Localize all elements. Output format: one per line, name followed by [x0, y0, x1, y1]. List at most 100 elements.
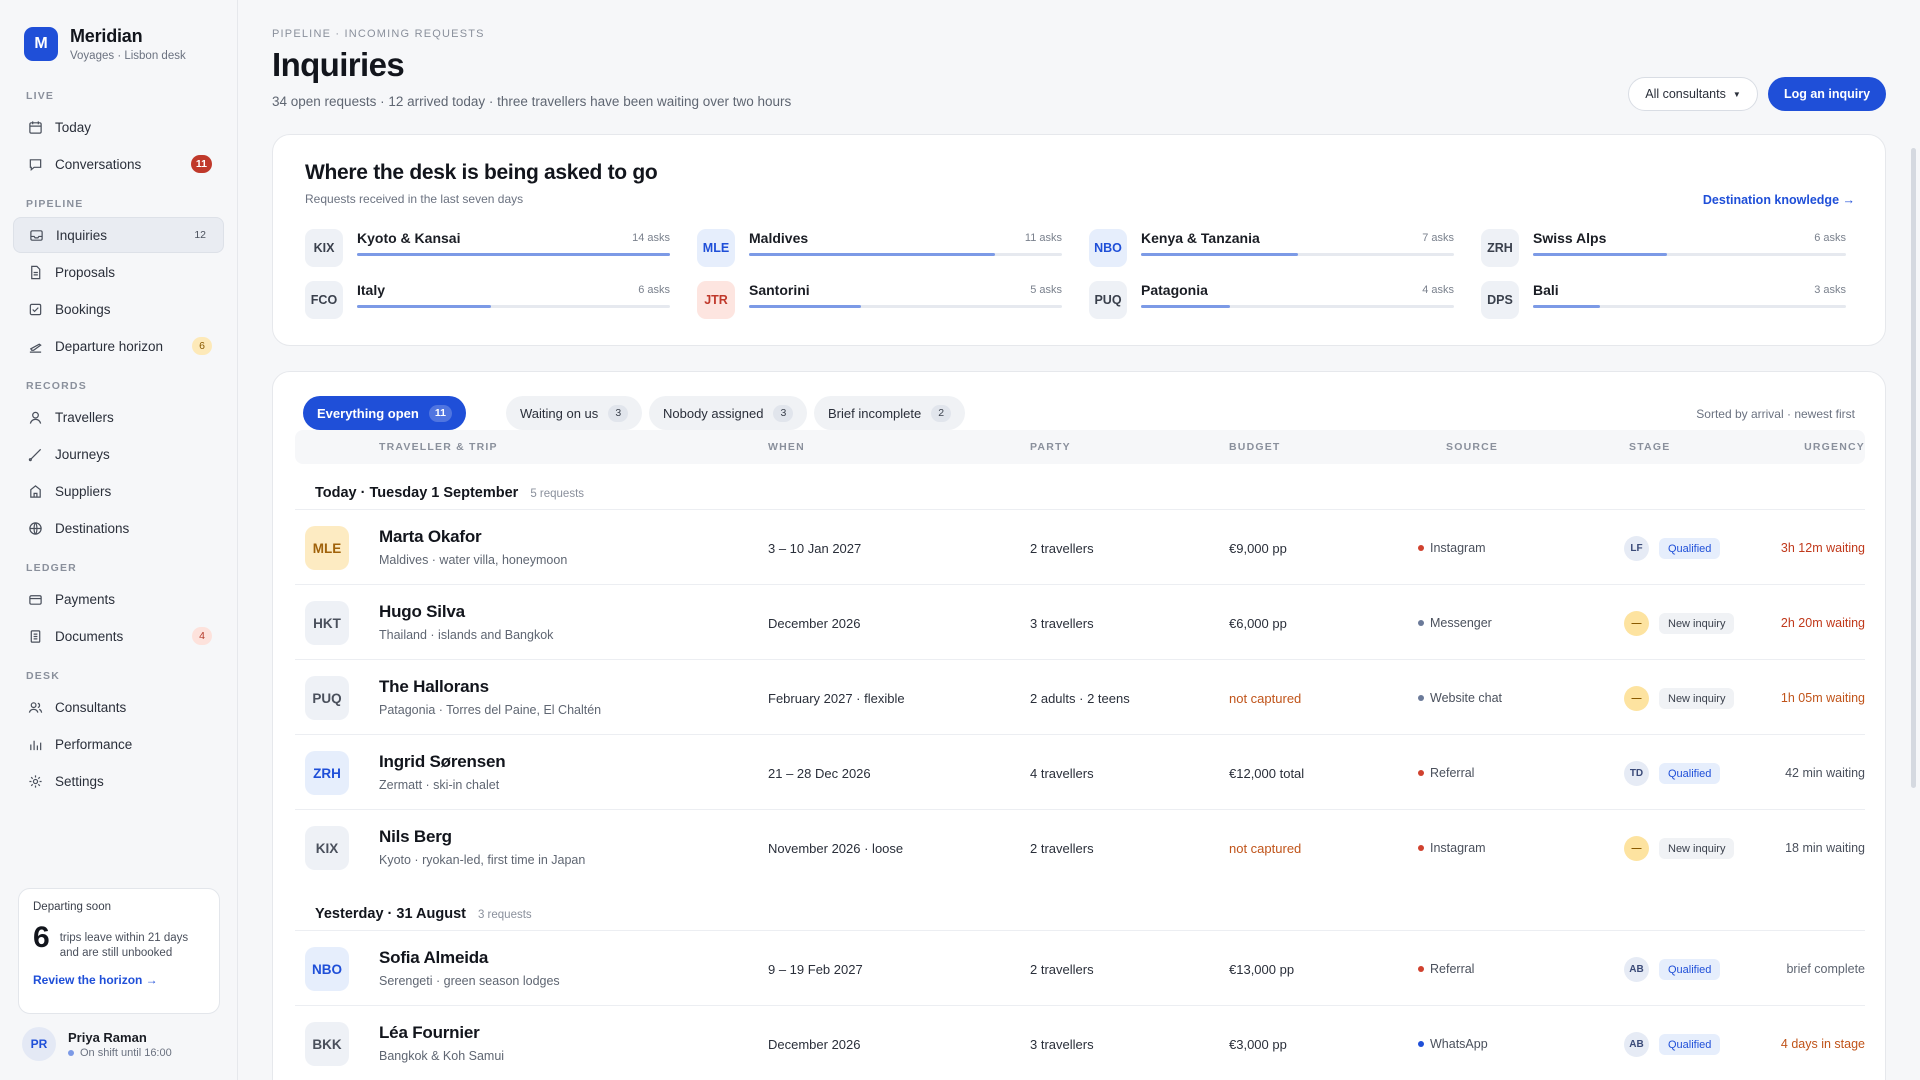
table-row[interactable]: HKT Hugo Silva Thailand · islands and Ba…	[295, 584, 1865, 659]
departing-soon-card: Departing soon 6 trips leave within 21 d…	[18, 888, 220, 1014]
assignee-avatar[interactable]: —	[1624, 686, 1649, 711]
stage-badge: Qualified	[1659, 538, 1721, 559]
party: 3 travellers	[1030, 616, 1094, 631]
source-label: Instagram	[1430, 541, 1486, 555]
urgency: 3h 12m waiting	[1780, 541, 1865, 555]
stage-badge: Qualified	[1659, 1034, 1721, 1055]
destination-name: Maldives	[749, 230, 809, 246]
group-header: Yesterday · 31 August 3 requests	[315, 906, 532, 922]
destination-item[interactable]: ZRH Swiss Alps 6 asks	[1481, 229, 1846, 269]
sidebar-item-consultants[interactable]: Consultants	[13, 689, 224, 725]
destination-item[interactable]: DPS Bali 3 asks	[1481, 281, 1846, 321]
destination-item[interactable]: JTR Santorini 5 asks	[697, 281, 1062, 321]
source: Instagram	[1418, 541, 1486, 555]
destination-name: Kenya & Tanzania	[1141, 230, 1260, 246]
budget: €3,000 pp	[1229, 1037, 1287, 1052]
sidebar-item-suppliers[interactable]: Suppliers	[13, 473, 224, 509]
trip-summary: Patagonia · Torres del Paine, El Chaltén	[379, 703, 602, 717]
sidebar-item-today[interactable]: Today	[13, 109, 224, 145]
traveller-name: Ingrid Sørensen	[379, 752, 506, 771]
sidebar-item-journeys[interactable]: Journeys	[13, 436, 224, 472]
consultants-select[interactable]: All consultants ▼	[1628, 77, 1758, 111]
sidebar-item-settings[interactable]: Settings	[13, 763, 224, 799]
destination-item[interactable]: FCO Italy 6 asks	[305, 281, 670, 321]
column-header[interactable]: STAGE	[1629, 441, 1670, 453]
scrollbar[interactable]	[1911, 148, 1916, 788]
inbox-icon	[28, 227, 44, 243]
trip-summary: Serengeti · green season lodges	[379, 974, 560, 988]
sidebar-item-documents[interactable]: Documents 4	[13, 618, 224, 654]
tab-everything-open[interactable]: Everything open 11	[303, 396, 466, 430]
source-dot	[1418, 845, 1424, 851]
stage-badge: New inquiry	[1659, 688, 1735, 709]
sidebar-item-inquiries[interactable]: Inquiries 12	[13, 217, 224, 253]
assignee-avatar[interactable]: AB	[1624, 957, 1649, 982]
assignee-avatar[interactable]: AB	[1624, 1032, 1649, 1057]
sidebar-item-conversations[interactable]: Conversations 11	[13, 146, 224, 182]
tab-count: 11	[428, 404, 452, 422]
log-inquiry-button[interactable]: Log an inquiry	[1768, 77, 1886, 111]
destination-name: Santorini	[749, 282, 810, 298]
assignee-avatar[interactable]: —	[1624, 611, 1649, 636]
departing-text-1: trips leave within 21 days	[59, 932, 189, 944]
destination-item[interactable]: KIX Kyoto & Kansai 14 asks	[305, 229, 670, 269]
assignee-avatar[interactable]: —	[1624, 836, 1649, 861]
table-row[interactable]: NBO Sofia Almeida Serengeti · green seas…	[295, 930, 1865, 1005]
table-row[interactable]: ZRH Ingrid Sørensen Zermatt · ski-in cha…	[295, 734, 1865, 809]
sidebar-item-payments[interactable]: Payments	[13, 581, 224, 617]
destination-count: 4 asks	[1422, 284, 1454, 296]
source-label: Referral	[1430, 962, 1475, 976]
sort-note[interactable]: Sorted by arrival · newest first	[1696, 407, 1855, 421]
assignee-avatar[interactable]: TD	[1624, 761, 1649, 786]
current-user[interactable]: PR Priya Raman On shift until 16:00	[22, 1027, 172, 1061]
destination-item[interactable]: NBO Kenya & Tanzania 7 asks	[1089, 229, 1454, 269]
review-horizon-link[interactable]: Review the horizon →	[33, 973, 205, 987]
tab-nobody-assigned[interactable]: Nobody assigned 3	[649, 396, 808, 430]
sidebar-item-destinations[interactable]: Destinations	[13, 510, 224, 546]
traveller-name: Marta Okafor	[379, 527, 482, 546]
table-row[interactable]: MLE Marta Okafor Maldives · water villa,…	[295, 509, 1865, 584]
destination-code: ZRH	[1481, 229, 1519, 267]
destination-code: KIX	[305, 229, 343, 267]
brand[interactable]: M Meridian Voyages · Lisbon desk	[24, 26, 186, 62]
column-header[interactable]: PARTY	[1030, 441, 1071, 453]
building-icon	[27, 483, 43, 499]
table-row[interactable]: PUQ The Hallorans Patagonia · Torres del…	[295, 659, 1865, 734]
table-row[interactable]: KIX Nils Berg Kyoto · ryokan-led, first …	[295, 809, 1865, 884]
destination-bar	[1141, 305, 1454, 308]
destination-count: 3 asks	[1814, 284, 1846, 296]
departing-count: 6	[33, 921, 50, 954]
urgency: brief complete	[1786, 962, 1865, 976]
sidebar-item-departure-horizon[interactable]: Departure horizon 6	[13, 328, 224, 364]
assignee-avatar[interactable]: LF	[1624, 536, 1649, 561]
tab-waiting-on-us[interactable]: Waiting on us 3	[506, 396, 643, 430]
destination-count: 14 asks	[632, 232, 670, 244]
file-icon	[27, 628, 43, 644]
documents-badge: 4	[192, 627, 212, 645]
destination-knowledge-link[interactable]: Destination knowledge →	[1703, 193, 1855, 207]
column-header[interactable]: SOURCE	[1446, 441, 1498, 453]
sidebar-item-performance[interactable]: Performance	[13, 726, 224, 762]
sidebar-item-travellers[interactable]: Travellers	[13, 399, 224, 435]
budget: not captured	[1229, 841, 1302, 856]
destinations-card: Where the desk is being asked to go Requ…	[272, 134, 1886, 346]
destination-bar	[1533, 253, 1846, 256]
table-row[interactable]: BKK Léa Fournier Bangkok & Koh Samui Dec…	[295, 1005, 1865, 1080]
calendar-icon	[27, 119, 43, 135]
wallet-icon	[27, 591, 43, 607]
column-header[interactable]: URGENCY	[1804, 441, 1865, 453]
when: 21 – 28 Dec 2026	[768, 766, 871, 781]
sidebar-item-proposals[interactable]: Proposals	[13, 254, 224, 290]
destination-item[interactable]: MLE Maldives 11 asks	[697, 229, 1062, 269]
tab-label: Nobody assigned	[663, 405, 764, 421]
source-label: Instagram	[1430, 841, 1486, 855]
column-header[interactable]: TRAVELLER & TRIP	[379, 441, 498, 453]
brand-logo: M	[24, 27, 58, 61]
column-header[interactable]: WHEN	[768, 441, 805, 453]
destinations-title: Where the desk is being asked to go	[305, 161, 658, 184]
column-header[interactable]: BUDGET	[1229, 441, 1281, 453]
tab-brief-incomplete[interactable]: Brief incomplete 2	[814, 396, 966, 430]
traveller-name: Sofia Almeida	[379, 948, 489, 967]
sidebar-item-bookings[interactable]: Bookings	[13, 291, 224, 327]
destination-item[interactable]: PUQ Patagonia 4 asks	[1089, 281, 1454, 321]
